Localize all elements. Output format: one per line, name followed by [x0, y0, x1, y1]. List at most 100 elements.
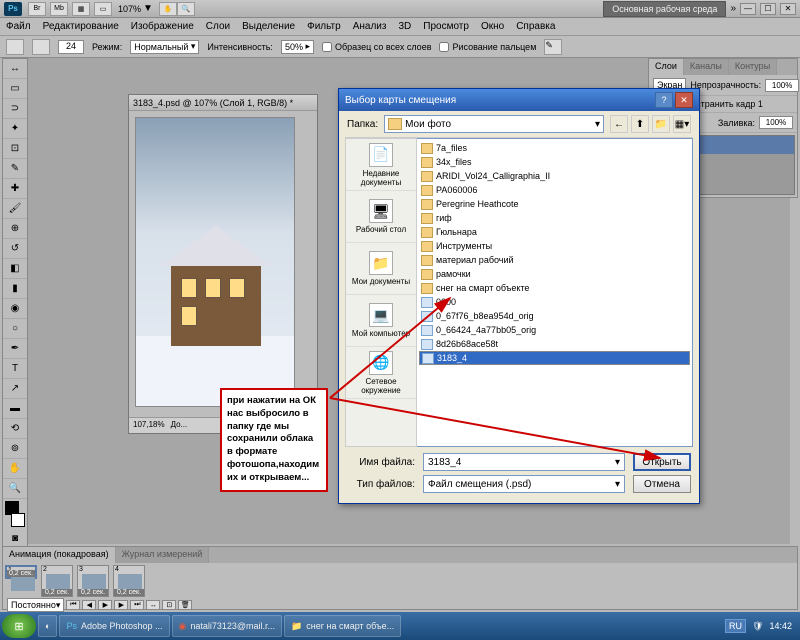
place-recent[interactable]: 📄Недавние документы — [346, 139, 416, 191]
3d-tool[interactable]: ⟲ — [3, 419, 27, 439]
hand-tool[interactable]: ✋ — [3, 459, 27, 479]
file-item[interactable]: материал рабочий — [419, 253, 690, 267]
menu-filter[interactable]: Фильтр — [307, 21, 341, 32]
brush-preview-icon[interactable] — [32, 39, 50, 55]
menu-help[interactable]: Справка — [516, 21, 555, 32]
menu-view[interactable]: Просмотр — [423, 21, 469, 32]
file-item[interactable]: Peregrine Heathcote — [419, 197, 690, 211]
menu-layers[interactable]: Слои — [206, 21, 230, 32]
finger-painting-checkbox[interactable]: Рисование пальцем — [439, 42, 536, 52]
file-item[interactable]: 7a_files — [419, 141, 690, 155]
view-icon[interactable]: ▦ — [72, 2, 90, 16]
color-swatches[interactable] — [3, 499, 27, 529]
opacity-input[interactable] — [765, 79, 799, 92]
file-item[interactable]: снег на смарт объекте — [419, 281, 690, 295]
eraser-tool[interactable]: ◧ — [3, 259, 27, 279]
next-frame-button[interactable]: ▶ — [114, 600, 128, 610]
history-brush-tool[interactable]: ↺ — [3, 239, 27, 259]
cancel-button[interactable]: Отмена — [633, 475, 691, 493]
file-item[interactable]: ARIDI_Vol24_Calligraphia_II — [419, 169, 690, 183]
up-icon[interactable]: ⬆ — [631, 115, 649, 133]
file-item[interactable]: 34x_files — [419, 155, 690, 169]
loop-select[interactable]: Постоянно▾ — [7, 598, 64, 612]
tween-button[interactable]: ↔ — [146, 600, 160, 610]
gradient-tool[interactable]: ▮ — [3, 279, 27, 299]
place-desktop[interactable]: 🖥Рабочий стол — [346, 191, 416, 243]
stamp-tool[interactable]: ⊕ — [3, 219, 27, 239]
intensity-input[interactable]: 50% ▸ — [281, 40, 314, 54]
place-computer[interactable]: 💻Мой компьютер — [346, 295, 416, 347]
dodge-tool[interactable]: ○ — [3, 319, 27, 339]
new-frame-button[interactable]: ⊡ — [162, 600, 176, 610]
dialog-close-button[interactable]: ✕ — [675, 92, 693, 108]
document-title[interactable]: 3183_4.psd @ 107% (Слой 1, RGB/8) * — [129, 95, 317, 111]
brush-tool[interactable]: 🖌 — [3, 199, 27, 219]
brush-size-input[interactable]: 24 — [58, 40, 84, 54]
tab-channels[interactable]: Каналы — [684, 59, 729, 75]
animation-frame[interactable]: 10,2 сек. — [5, 565, 37, 579]
file-item[interactable]: Гюльнара — [419, 225, 690, 239]
open-button[interactable]: Открыть — [633, 453, 691, 471]
eyedropper-tool[interactable]: ✎ — [3, 159, 27, 179]
file-item[interactable]: 3183_4 — [419, 351, 690, 365]
animation-frame[interactable]: 30,2 сек. — [77, 565, 109, 597]
file-item[interactable]: 0_66424_4a77bb05_orig — [419, 323, 690, 337]
chevron-right-icon[interactable]: » — [730, 3, 736, 14]
start-button[interactable]: ⊞ — [2, 614, 36, 638]
close-button[interactable]: ✕ — [780, 3, 796, 15]
fill-input[interactable] — [759, 116, 793, 129]
move-tool[interactable]: ↔ — [3, 59, 27, 79]
last-frame-button[interactable]: ⏭ — [130, 600, 144, 610]
first-frame-button[interactable]: ⏮ — [66, 600, 80, 610]
clock[interactable]: 14:42 — [769, 621, 792, 631]
workspace-switcher[interactable]: Основная рабочая среда — [603, 1, 726, 17]
tab-layers[interactable]: Слои — [649, 59, 684, 75]
tab-paths[interactable]: Контуры — [729, 59, 777, 75]
bridge-icon[interactable]: Br — [28, 2, 46, 16]
file-item[interactable]: PA060006 — [419, 183, 690, 197]
type-tool[interactable]: T — [3, 359, 27, 379]
zoom-icon[interactable]: 🔍 — [177, 2, 195, 16]
tool-preset-icon[interactable] — [6, 39, 24, 55]
menu-window[interactable]: Окно — [481, 21, 504, 32]
wand-tool[interactable]: ✦ — [3, 119, 27, 139]
new-folder-icon[interactable]: 📁 — [652, 115, 670, 133]
lasso-tool[interactable]: ⊃ — [3, 99, 27, 119]
maximize-button[interactable]: ☐ — [760, 3, 776, 15]
file-item[interactable]: гиф — [419, 211, 690, 225]
dialog-help-button[interactable]: ? — [655, 92, 673, 108]
quicklaunch[interactable]: ◐ — [38, 615, 57, 637]
menu-3d[interactable]: 3D — [398, 21, 411, 32]
heal-tool[interactable]: ✚ — [3, 179, 27, 199]
delete-frame-button[interactable]: 🗑 — [178, 600, 192, 610]
document-canvas[interactable] — [135, 117, 295, 407]
shape-tool[interactable]: ▬ — [3, 399, 27, 419]
language-indicator[interactable]: RU — [725, 619, 746, 633]
screen-icon[interactable]: ▭ — [94, 2, 112, 16]
folder-select[interactable]: Мои фото ▾ — [384, 115, 604, 133]
file-item[interactable]: 0000 — [419, 295, 690, 309]
filename-input[interactable]: 3183_4▾ — [423, 453, 625, 471]
tray-icon[interactable]: 🛡 — [752, 621, 763, 632]
pressure-icon[interactable]: ✎ — [544, 39, 562, 55]
file-item[interactable]: 0_67f76_b8ea954d_orig — [419, 309, 690, 323]
zoom-tool[interactable]: 🔍 — [3, 479, 27, 499]
task-photoshop[interactable]: PsAdobe Photoshop ... — [59, 615, 169, 637]
back-icon[interactable]: ← — [610, 115, 628, 133]
tab-measurements[interactable]: Журнал измерений — [116, 547, 210, 563]
task-browser[interactable]: ◉natali73123@mail.r... — [172, 615, 283, 637]
views-icon[interactable]: ▦▾ — [673, 115, 691, 133]
mb-icon[interactable]: Mb — [50, 2, 68, 16]
marquee-tool[interactable]: ▭ — [3, 79, 27, 99]
prev-frame-button[interactable]: ◀ — [82, 600, 96, 610]
crop-tool[interactable]: ⊡ — [3, 139, 27, 159]
task-folder[interactable]: 📁снег на смарт объе... — [284, 615, 401, 637]
file-item[interactable]: Инструменты — [419, 239, 690, 253]
menu-select[interactable]: Выделение — [242, 21, 295, 32]
sample-all-layers-checkbox[interactable]: Образец со всех слоев — [322, 42, 432, 52]
tab-animation[interactable]: Анимация (покадровая) — [3, 547, 116, 563]
hand-icon[interactable]: ✋ — [159, 2, 177, 16]
menu-file[interactable]: Файл — [6, 21, 31, 32]
pen-tool[interactable]: ✒ — [3, 339, 27, 359]
animation-frame[interactable]: 40,2 сек. — [113, 565, 145, 597]
